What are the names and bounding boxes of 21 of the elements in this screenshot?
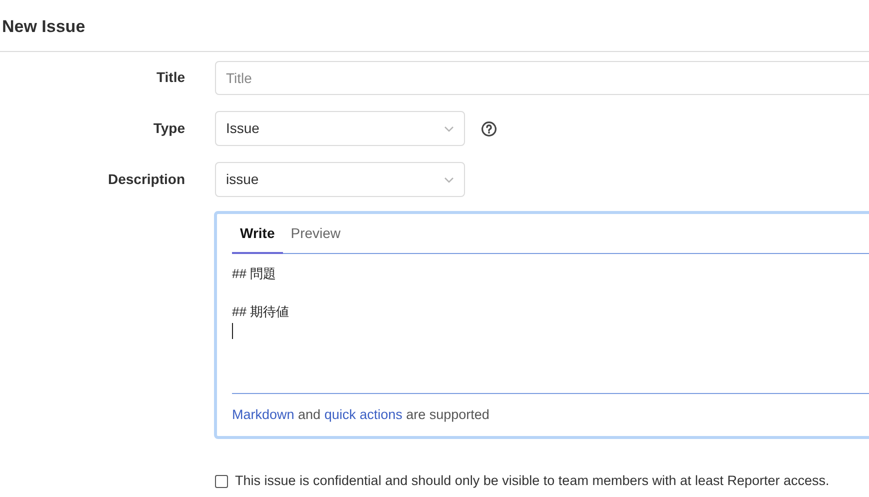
chevron-down-icon bbox=[444, 176, 454, 182]
editor-tab[interactable]: Write bbox=[232, 214, 283, 254]
chevron-down-icon bbox=[444, 126, 454, 132]
select-dropdown[interactable]: Issue bbox=[215, 111, 465, 146]
field-label: Type bbox=[153, 120, 185, 136]
markdown-hint: Markdown and quick actions are supported bbox=[232, 406, 490, 424]
field-label: Description bbox=[108, 170, 185, 186]
page-title: New Issue bbox=[2, 17, 86, 37]
title-field[interactable]: Title bbox=[215, 61, 869, 95]
confidential-label: This issue is confidential and should only be visible to team members with at least Reporter access. bbox=[235, 472, 830, 490]
text-line: ## 期待値 bbox=[232, 303, 290, 321]
help-icon[interactable] bbox=[481, 120, 497, 136]
text-cursor bbox=[232, 323, 233, 339]
text-line: ## 問題 bbox=[232, 265, 278, 283]
confidential-checkbox[interactable] bbox=[215, 474, 228, 488]
help-link[interactable]: Markdown bbox=[232, 407, 294, 422]
field-label: Title bbox=[156, 69, 185, 85]
description-textarea[interactable]: ## 問題 ## 期待値 bbox=[232, 254, 869, 394]
editor-tab[interactable]: Preview bbox=[282, 214, 349, 254]
select-dropdown[interactable]: issue bbox=[215, 162, 465, 197]
help-link[interactable]: quick actions bbox=[324, 407, 402, 422]
